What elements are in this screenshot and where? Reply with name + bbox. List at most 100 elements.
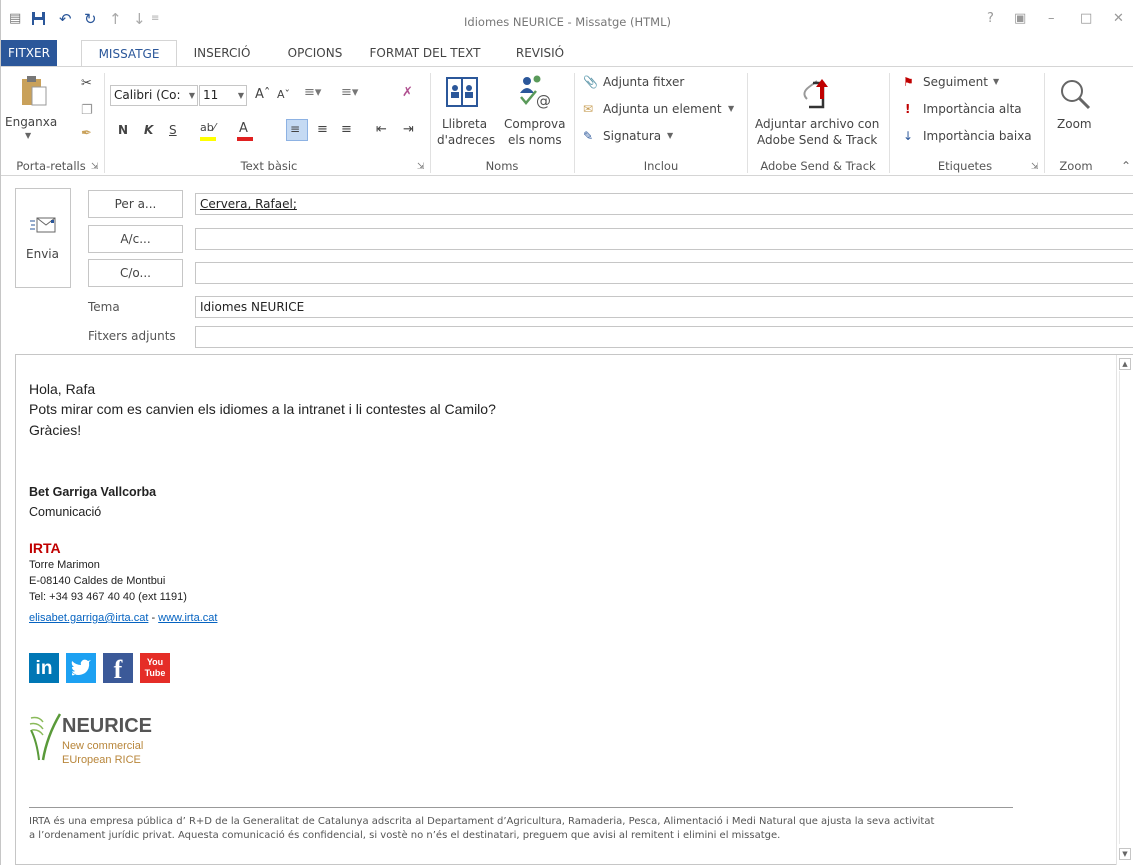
disclaimer-line-1: IRTA és una empresa pública d’ R+D de la… xyxy=(29,816,935,827)
help-icon[interactable]: ? xyxy=(987,12,994,26)
attach-item-button[interactable]: ✉ Adjunta un element ▼ xyxy=(581,102,751,120)
numbering-icon[interactable]: ≡▾ xyxy=(341,86,358,100)
grow-font-icon[interactable]: Aˆ xyxy=(255,88,270,102)
signature-button[interactable]: ✎ Signatura ▼ xyxy=(581,129,701,147)
align-left-icon: ≡ xyxy=(290,122,301,136)
body-line-1: Hola, Rafa xyxy=(29,381,96,397)
align-right-icon[interactable]: ≡ xyxy=(341,123,352,137)
group-divider xyxy=(747,73,748,173)
bcc-button[interactable]: C/o... xyxy=(88,259,183,287)
font-size-select[interactable]: 11 ▼ xyxy=(199,85,247,106)
outlook-message-window: ▤ ↶ ↻ ↑ ↓ ≡ Idiomes NEURICE - Missatge (… xyxy=(0,0,1133,865)
clear-format-icon[interactable]: ✗ xyxy=(402,86,413,100)
disclaimer-line-2: a l’ordenament jurídic privat. Aquesta c… xyxy=(29,830,781,841)
font-name-select[interactable]: Calibri (Co: ▼ xyxy=(110,85,198,106)
copy-icon[interactable]: ❐ xyxy=(81,104,93,118)
scroll-down-icon[interactable]: ▼ xyxy=(1119,848,1131,860)
scroll-up-icon[interactable]: ▲ xyxy=(1119,358,1131,370)
minimize-icon[interactable]: – xyxy=(1048,12,1055,26)
to-button[interactable]: Per a... xyxy=(88,190,183,218)
zoom-button[interactable]: Zoom xyxy=(1051,75,1101,155)
follow-up-button[interactable]: ⚑ Seguiment ▼ xyxy=(901,75,1021,93)
paste-button[interactable]: Enganxa ▼ xyxy=(5,75,57,141)
scroll-track[interactable] xyxy=(1119,371,1131,844)
adobe-group-label: Adobe Send & Track xyxy=(760,159,876,173)
signature-org: IRTA xyxy=(29,540,61,556)
font-color-icon: A xyxy=(239,121,248,136)
names-group-label: Noms xyxy=(485,159,519,173)
clipboard-group-label: Porta-retalls xyxy=(16,159,86,173)
tab-review[interactable]: REVISIÓ xyxy=(501,40,579,66)
linkedin-icon[interactable]: in xyxy=(29,653,59,683)
attachments-field[interactable] xyxy=(195,326,1133,348)
close-icon[interactable]: ✕ xyxy=(1113,12,1124,26)
maximize-icon[interactable]: □ xyxy=(1080,12,1092,26)
bcc-field[interactable] xyxy=(195,262,1133,284)
group-divider xyxy=(104,73,105,173)
signature-web-link[interactable]: www.irta.cat xyxy=(158,612,217,624)
collapse-ribbon-icon[interactable]: ⌃ xyxy=(1121,159,1131,173)
cc-field[interactable] xyxy=(195,228,1133,250)
envelope-send-icon xyxy=(30,217,56,233)
font-name-value: Calibri (Co: xyxy=(114,88,181,102)
adobe-label-1: Adjuntar archivo con xyxy=(755,117,880,131)
cc-button[interactable]: A/c... xyxy=(88,225,183,253)
adobe-send-track-button[interactable]: Adjuntar archivo con Adobe Send & Track xyxy=(751,75,886,155)
align-center-icon[interactable]: ≡ xyxy=(317,123,328,137)
attach-file-label: Adjunta fitxer xyxy=(603,75,685,89)
decrease-indent-icon[interactable]: ⇤ xyxy=(376,123,387,137)
basic-text-launcher-icon[interactable]: ⇲ xyxy=(417,162,425,172)
shrink-font-icon[interactable]: Aˇ xyxy=(277,88,290,102)
check-names-button[interactable]: @ Comprova els noms xyxy=(499,75,569,155)
neurice-logo-sub-1: New commercial xyxy=(62,740,144,752)
twitter-icon[interactable] xyxy=(66,653,96,683)
clipboard-launcher-icon[interactable]: ⇲ xyxy=(91,162,99,172)
italic-button[interactable]: K xyxy=(144,123,153,137)
clipboard-icon xyxy=(22,76,47,106)
neurice-logo-sub-2: EUropean RICE xyxy=(62,754,141,766)
to-field[interactable]: Cervera, Rafael; xyxy=(195,193,1133,215)
bold-button[interactable]: N xyxy=(118,123,128,137)
format-painter-icon[interactable]: ✒ xyxy=(81,127,92,141)
message-body[interactable]: Hola, Rafa Pots mirar com es canvien els… xyxy=(15,354,1133,865)
font-color-button[interactable]: A xyxy=(235,121,265,141)
tab-format-text[interactable]: FORMAT DEL TEXT xyxy=(366,40,484,66)
signature-tel: Tel: +34 93 467 40 40 (ext 1191) xyxy=(29,591,187,603)
send-button[interactable]: Envia xyxy=(15,188,71,288)
highlight-button[interactable]: ab⁄ xyxy=(198,121,228,141)
address-book-label-2: d'adreces xyxy=(437,133,496,147)
signature-addr-2: E-08140 Caldes de Montbui xyxy=(29,575,166,587)
youtube-icon[interactable]: You Tube xyxy=(140,653,170,683)
ribbon-display-icon[interactable]: ▣ xyxy=(1014,12,1026,26)
signature-email-link[interactable]: elisabet.garriga@irta.cat xyxy=(29,612,148,624)
tab-insert[interactable]: INSERCIÓ xyxy=(184,40,260,66)
underline-button[interactable]: S xyxy=(169,123,177,137)
low-importance-button[interactable]: ↓ Importància baixa xyxy=(901,129,1041,147)
tab-file[interactable]: FITXER xyxy=(1,40,57,66)
tab-options[interactable]: OPCIONS xyxy=(277,40,353,66)
font-size-value: 11 xyxy=(203,88,219,102)
signature-link-separator: - xyxy=(148,612,159,624)
vertical-scrollbar[interactable]: ▲ ▼ xyxy=(1116,355,1133,865)
tags-launcher-icon[interactable]: ⇲ xyxy=(1031,162,1039,172)
high-importance-button[interactable]: ! Importància alta xyxy=(901,102,1031,120)
signature-name: Bet Garriga Vallcorba xyxy=(29,485,157,499)
increase-indent-icon[interactable]: ⇥ xyxy=(403,123,414,137)
magnifier-icon xyxy=(1061,80,1091,110)
twitter-bird-icon xyxy=(71,659,91,676)
subject-field[interactable]: Idiomes NEURICE xyxy=(195,296,1133,318)
tab-message[interactable]: MISSATGE xyxy=(81,40,177,68)
low-importance-label: Importància baixa xyxy=(923,129,1032,143)
body-line-3: Gràcies! xyxy=(29,422,82,438)
basic-text-group-label: Text bàsic xyxy=(240,159,298,173)
address-book-button[interactable]: Llibreta d'adreces xyxy=(435,75,495,155)
facebook-icon[interactable]: f xyxy=(103,653,133,684)
align-left-button[interactable]: ≡ xyxy=(286,119,308,141)
bullets-icon[interactable]: ≡▾ xyxy=(304,86,321,100)
group-divider xyxy=(430,73,431,173)
cut-icon[interactable]: ✂ xyxy=(81,77,92,91)
adobe-send-track-icon xyxy=(803,79,828,109)
attach-file-button[interactable]: 📎 Adjunta fitxer xyxy=(581,75,741,93)
to-recipient[interactable]: Cervera, Rafael; xyxy=(200,197,297,211)
signature-icon: ✎ xyxy=(583,129,594,143)
